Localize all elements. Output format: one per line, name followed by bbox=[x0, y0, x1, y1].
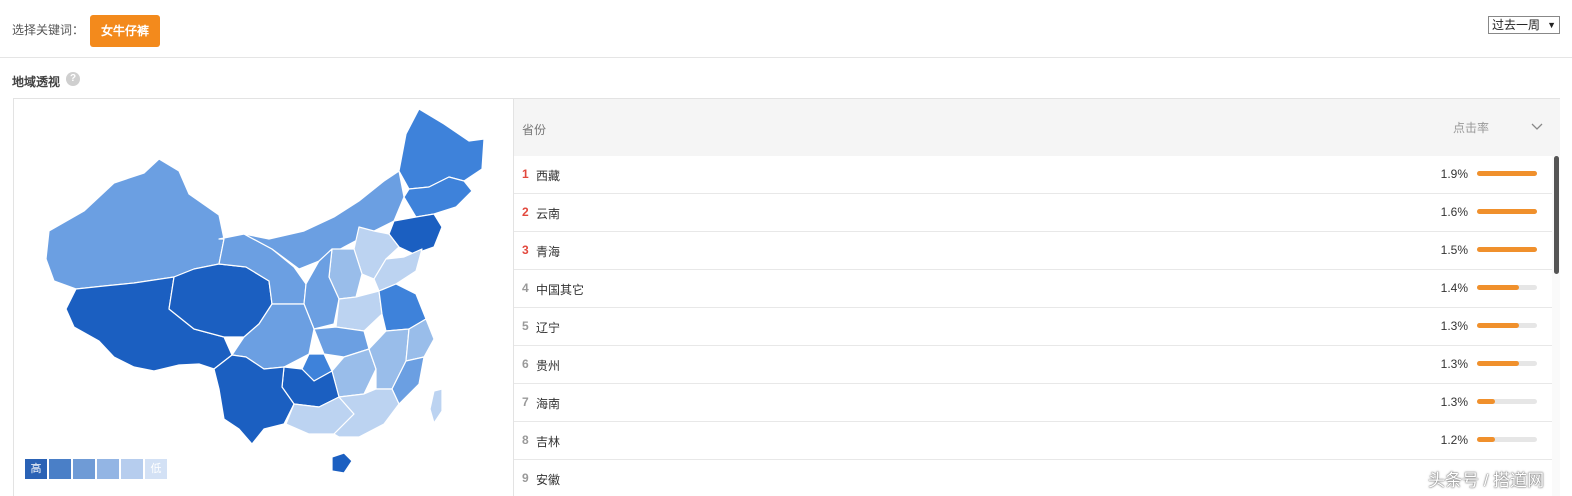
row-rank: 2 bbox=[522, 205, 529, 219]
keyword-tag-button[interactable]: 女牛仔裤 bbox=[90, 15, 160, 47]
row-province: 海南 bbox=[536, 397, 561, 411]
row-province: 西藏 bbox=[536, 169, 561, 183]
column-header-ctr[interactable]: 点击率 bbox=[1453, 119, 1489, 136]
row-ctr-value: 1.9% bbox=[1440, 167, 1468, 181]
row-ctr-value: 1.4% bbox=[1440, 281, 1468, 295]
row-ctr-bar-fill bbox=[1477, 285, 1519, 290]
row-rank: 6 bbox=[522, 357, 529, 371]
row-ctr-bar bbox=[1477, 209, 1537, 214]
map-region-yunnan[interactable] bbox=[213, 354, 295, 445]
legend-swatch bbox=[121, 459, 143, 479]
row-ctr-value: 1.2% bbox=[1440, 433, 1468, 447]
map-legend: 高 低 bbox=[25, 459, 167, 479]
row-ctr-bar-fill bbox=[1477, 171, 1537, 176]
row-ctr-bar-fill bbox=[1477, 247, 1537, 252]
watermark: 头条号 / 搭道网 bbox=[1428, 471, 1545, 490]
question-circle-icon[interactable]: ? bbox=[66, 72, 80, 86]
table-row[interactable]: 7 海南 1.3% bbox=[514, 384, 1552, 422]
legend-swatch bbox=[73, 459, 95, 479]
table-row[interactable]: 3 青海 1.5% bbox=[514, 232, 1552, 270]
row-rank: 5 bbox=[522, 319, 529, 333]
row-ctr-bar-fill bbox=[1477, 209, 1537, 214]
row-ctr-bar-fill bbox=[1477, 399, 1495, 404]
row-province: 贵州 bbox=[536, 359, 561, 373]
period-select[interactable]: 过去一周 ▼ bbox=[1488, 16, 1560, 34]
row-ctr-value: 1.5% bbox=[1440, 243, 1468, 257]
row-rank: 9 bbox=[522, 471, 529, 485]
scrollbar[interactable] bbox=[1552, 156, 1560, 496]
row-rank: 7 bbox=[522, 395, 529, 409]
table-row[interactable]: 1 西藏 1.9% bbox=[514, 156, 1552, 194]
row-ctr-value: 1.3% bbox=[1440, 395, 1468, 409]
legend-high: 高 bbox=[25, 459, 47, 479]
row-ctr-bar-fill bbox=[1477, 361, 1519, 366]
row-ctr-value: 1.6% bbox=[1440, 205, 1468, 219]
map-region-taiwan[interactable] bbox=[429, 388, 443, 424]
table-row[interactable]: 9 安徽 bbox=[514, 460, 1552, 496]
section-title: 地域透视 bbox=[12, 75, 61, 89]
row-ctr-bar bbox=[1477, 247, 1537, 252]
row-ctr-value: 1.3% bbox=[1440, 319, 1468, 333]
row-province: 安徽 bbox=[536, 473, 561, 487]
row-rank: 4 bbox=[522, 281, 529, 295]
row-province: 中国其它 bbox=[536, 283, 585, 297]
row-ctr-bar bbox=[1477, 399, 1537, 404]
legend-low: 低 bbox=[145, 459, 167, 479]
province-table: 省份 点击率 1 西藏 1.9% 2 云南 1.6% 3 青海 1.5% 4 中国其它 1.4% 5 辽宁… bbox=[514, 99, 1560, 496]
row-ctr-value: 1.3% bbox=[1440, 357, 1468, 371]
legend-swatch bbox=[97, 459, 119, 479]
row-rank: 8 bbox=[522, 433, 529, 447]
row-rank: 3 bbox=[522, 243, 529, 257]
map-region-hainan[interactable] bbox=[331, 452, 353, 474]
row-ctr-bar bbox=[1477, 437, 1537, 442]
region-panel: 高 低 省份 点击率 1 西藏 1.9% 2 云南 1.6% 3 青海 1.5% 4 中国其它 1.4… bbox=[13, 98, 1560, 496]
legend-swatch bbox=[49, 459, 71, 479]
period-selected-value: 过去一周 bbox=[1492, 18, 1541, 32]
table-row[interactable]: 5 辽宁 1.3% bbox=[514, 308, 1552, 346]
row-ctr-bar bbox=[1477, 285, 1537, 290]
row-rank: 1 bbox=[522, 167, 529, 181]
scrollbar-thumb[interactable] bbox=[1554, 156, 1559, 274]
row-ctr-bar bbox=[1477, 323, 1537, 328]
map-svg bbox=[45, 108, 485, 474]
keyword-bar: 选择关键词： 女牛仔裤 过去一周 ▼ bbox=[0, 0, 1572, 58]
china-map: 高 低 bbox=[14, 99, 514, 496]
row-ctr-bar bbox=[1477, 361, 1537, 366]
column-header-province: 省份 bbox=[522, 123, 547, 137]
chevron-down-icon[interactable] bbox=[1530, 119, 1544, 133]
row-province: 云南 bbox=[536, 207, 561, 221]
table-row[interactable]: 6 贵州 1.3% bbox=[514, 346, 1552, 384]
keyword-label: 选择关键词： bbox=[12, 23, 85, 37]
caret-down-icon: ▼ bbox=[1547, 20, 1556, 30]
row-ctr-bar-fill bbox=[1477, 323, 1519, 328]
map-region-heilongjiang[interactable] bbox=[398, 108, 485, 190]
table-row[interactable]: 4 中国其它 1.4% bbox=[514, 270, 1552, 308]
table-header: 省份 点击率 bbox=[514, 99, 1560, 156]
row-ctr-bar bbox=[1477, 171, 1537, 176]
row-province: 吉林 bbox=[536, 435, 561, 449]
row-province: 辽宁 bbox=[536, 321, 561, 335]
row-province: 青海 bbox=[536, 245, 561, 259]
table-row[interactable]: 8 吉林 1.2% bbox=[514, 422, 1552, 460]
row-ctr-bar-fill bbox=[1477, 437, 1495, 442]
table-row[interactable]: 2 云南 1.6% bbox=[514, 194, 1552, 232]
